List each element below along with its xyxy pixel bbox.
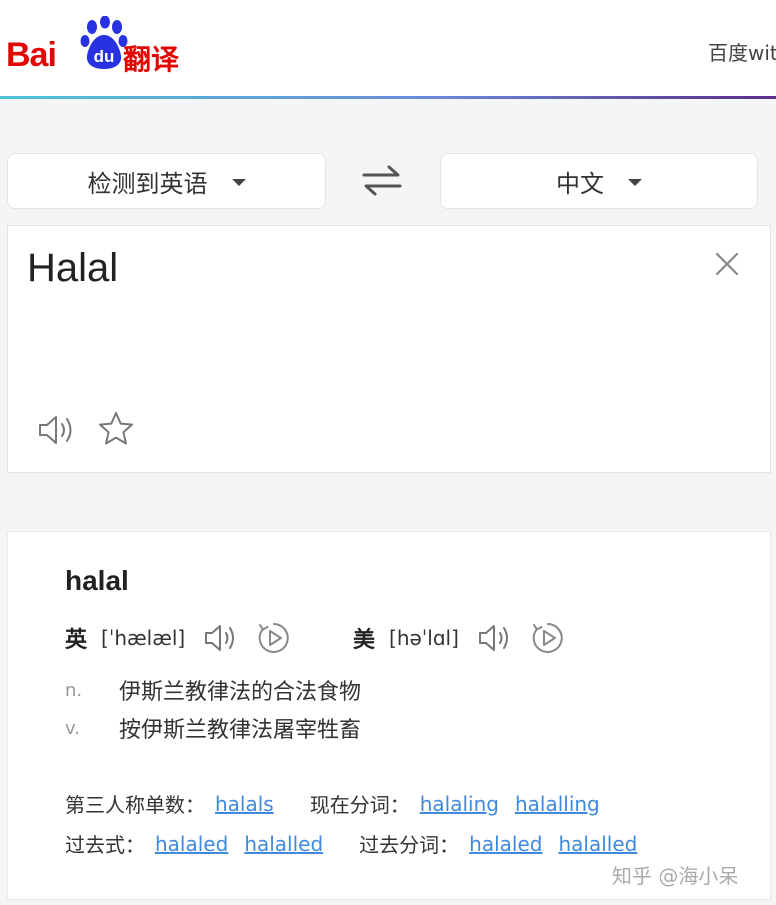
chevron-down-icon: [628, 178, 642, 186]
definition-text: 伊斯兰教律法的合法食物: [119, 680, 362, 705]
part-of-speech: v.: [65, 717, 80, 739]
play-icon[interactable]: [257, 621, 291, 655]
past-participle-link[interactable]: halaled: [469, 832, 542, 856]
us-pronunciation: 美 [həˈlɑl]: [353, 620, 565, 656]
definition-text: 按伊斯兰教律法屠宰牲畜: [119, 718, 362, 743]
word-forms-row: 第三人称单数： halals 现在分词： halaling halalling: [65, 789, 616, 818]
source-text-input[interactable]: Halal: [27, 246, 118, 291]
present-participle-label: 现在分词：: [309, 793, 410, 817]
past-tense-link[interactable]: halaled: [155, 832, 228, 856]
speaker-icon[interactable]: [477, 622, 513, 654]
play-icon[interactable]: [531, 621, 565, 655]
past-tense-link[interactable]: halalled: [244, 832, 323, 856]
source-language-select[interactable]: 检测到英语: [7, 153, 326, 209]
speaker-icon[interactable]: [203, 622, 239, 654]
us-tag: 美: [353, 628, 376, 653]
us-ipa: [həˈlɑl]: [389, 626, 459, 650]
past-tense-label: 过去式：: [65, 833, 145, 857]
header-right-link[interactable]: 百度wit: [708, 37, 776, 66]
baidu-paw-icon: du: [80, 16, 128, 69]
logo-du-text: du: [94, 47, 115, 66]
definition-row: n. 伊斯兰教律法的合法食物: [65, 674, 361, 706]
swap-icon[interactable]: [360, 160, 404, 200]
part-of-speech: n.: [65, 679, 83, 701]
past-participle-label: 过去分词：: [359, 833, 460, 857]
headword: halal: [65, 565, 129, 596]
present-participle-link[interactable]: halaling: [420, 792, 499, 816]
dictionary-result-card: halal 英 [ˈhælæl] 美 [həˈlɑl] n. 伊斯兰教律法的合法…: [7, 531, 771, 900]
close-icon[interactable]: [713, 250, 741, 278]
logo-bai-text: Bai: [6, 36, 57, 74]
header: Bai du 翻译 百度wit: [0, 0, 776, 98]
chevron-down-icon: [231, 178, 246, 186]
third-person-link[interactable]: halals: [215, 792, 274, 816]
watermark: 知乎 @海小呆: [612, 864, 739, 888]
uk-pronunciation: 英 [ˈhælæl]: [65, 620, 291, 656]
target-language-select[interactable]: 中文: [440, 153, 758, 209]
logo-product-text: 翻译: [123, 43, 180, 76]
definition-row: v. 按伊斯兰教律法屠宰牲畜: [65, 712, 361, 744]
third-person-label: 第三人称单数：: [65, 793, 205, 817]
header-divider: [0, 96, 776, 99]
source-language-label: 检测到英语: [87, 169, 208, 198]
uk-ipa: [ˈhælæl]: [101, 626, 186, 650]
speaker-icon[interactable]: [36, 412, 76, 448]
baidu-translate-logo[interactable]: Bai du 翻译: [6, 14, 196, 76]
past-participle-link[interactable]: halalled: [558, 832, 637, 856]
present-participle-link[interactable]: halalling: [515, 792, 600, 816]
word-forms-row: 过去式： halaled halalled 过去分词： halaled hala…: [65, 829, 653, 858]
star-icon[interactable]: [97, 410, 135, 448]
target-language-label: 中文: [556, 169, 604, 198]
uk-tag: 英: [65, 628, 88, 653]
source-text-box[interactable]: Halal: [7, 225, 771, 473]
